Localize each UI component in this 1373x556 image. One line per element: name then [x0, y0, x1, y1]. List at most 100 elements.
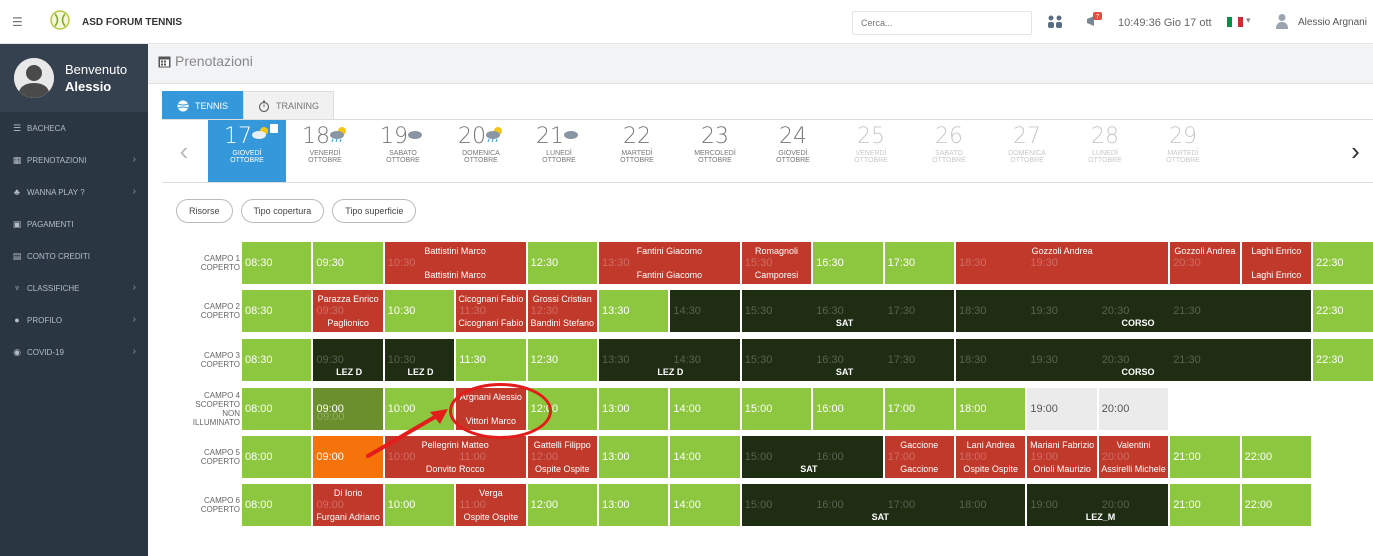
slot-cell[interactable]: 08:30 — [242, 242, 312, 284]
slot-cell[interactable]: 21:00 — [1170, 436, 1240, 478]
filter-risorse-button[interactable]: Risorse — [176, 199, 233, 223]
booking-cell[interactable]: 18:00 Lani Andrea Ospite Ospite — [956, 436, 1026, 478]
slot-cell[interactable]: 12:30 — [527, 339, 597, 381]
slot-cell[interactable]: 12:30 — [527, 242, 597, 284]
slot-cell[interactable]: 14:00 — [670, 388, 740, 430]
slot-cell[interactable]: 22:00 — [1241, 484, 1311, 526]
sidebar-item-bacheca[interactable]: ☰ BACHECA — [0, 112, 148, 144]
unavailable-slot[interactable]: 20:00 — [1098, 388, 1169, 430]
slot-cell[interactable]: 14:00 — [670, 436, 740, 478]
group-icon[interactable] — [1046, 13, 1064, 31]
day-27[interactable]: 27 DOMENICA OTTOBRE — [988, 120, 1066, 182]
slot-cell[interactable]: 13:30 — [599, 290, 669, 332]
slot-cell[interactable]: 10:00 — [384, 484, 455, 526]
booking-cell[interactable]: 10:30 Battistini Marco Battistini Marco — [384, 242, 526, 284]
sidebar-item-conto-crediti[interactable]: ▤ CONTO CREDITI — [0, 240, 148, 272]
booking-cell[interactable]: Laghi Enrico Laghi Enrico — [1241, 242, 1311, 284]
slot-cell[interactable]: 08:00 — [242, 388, 312, 430]
slot-cell[interactable]: 12:00 — [527, 484, 597, 526]
booking-cell[interactable]: 10:00 11:00 Pellegrini Matteo Donvito Rocco — [384, 436, 526, 478]
slot-cell[interactable]: 08:00 — [242, 484, 312, 526]
tab-training[interactable]: TRAINING — [243, 91, 335, 119]
reserved-block[interactable]: 18:30 19:30 20:30 21:30 CORSO — [956, 339, 1311, 381]
day-25[interactable]: 25 VENERDÌ OTTOBRE — [832, 120, 910, 182]
slot-cell[interactable]: 13:00 — [599, 484, 669, 526]
tab-tennis[interactable]: TENNIS — [162, 91, 244, 119]
slot-cell[interactable]: 16:30 — [813, 242, 883, 284]
reserved-block[interactable]: 15:00 16:00 17:00 18:00 SAT — [741, 484, 1026, 526]
username[interactable]: Alessio Argnani — [1298, 17, 1367, 28]
slot-cell[interactable]: 10:30 — [384, 290, 455, 332]
booking-cell[interactable]: 11:30 Cicognani Fabio Cicognani Fabio — [456, 290, 526, 332]
slot-cell[interactable]: 13:00 — [599, 388, 669, 430]
slot-cell[interactable]: 09:00 09:00 — [313, 388, 383, 430]
sidebar-item-wanna-play[interactable]: ♣ WANNA PLAY ? › — [0, 176, 148, 208]
reserved-block[interactable]: 15:30 16:30 17:30 SAT — [741, 290, 954, 332]
booking-cell[interactable]: 18:30 19:30 Gozzoli Andrea — [956, 242, 1169, 284]
booking-cell[interactable]: 20:00 Valentini Assirelli Michele — [1098, 436, 1169, 478]
slot-cell[interactable]: 12:00 — [527, 388, 597, 430]
slot-cell[interactable]: 21:00 — [1170, 484, 1240, 526]
slot-cell[interactable]: 15:00 — [741, 388, 812, 430]
day-26[interactable]: 26 SABATO OTTOBRE — [910, 120, 988, 182]
booking-cell[interactable]: 13:30 Fantini Giacomo Fantini Giacomo — [599, 242, 740, 284]
slot-cell[interactable]: 22:00 — [1241, 436, 1311, 478]
slot-cell[interactable]: 10:00 — [384, 388, 455, 430]
day-21[interactable]: 21 LUNEDÌ OTTOBRE — [520, 120, 598, 182]
slot-cell[interactable]: 22:30 — [1313, 242, 1373, 284]
day-22[interactable]: 22 MARTEDÌ OTTOBRE — [598, 120, 676, 182]
reserved-block[interactable]: 09:30 LEZ D — [313, 339, 383, 381]
day-24[interactable]: 24 GIOVEDÌ OTTOBRE — [754, 120, 832, 182]
sidebar-item-profilo[interactable]: ● PROFILO › — [0, 304, 148, 336]
notification-icon[interactable]: 7 — [1084, 11, 1104, 31]
player-name: Pellegrini Matteo — [421, 440, 489, 450]
reserved-block[interactable]: 15:00 16:00 SAT — [741, 436, 883, 478]
slot-cell[interactable]: 11:30 — [456, 339, 526, 381]
slot-cell[interactable]: 08:30 — [242, 339, 312, 381]
filter-tipo-superficie-button[interactable]: Tipo superficie — [332, 199, 417, 223]
reserved-block[interactable]: 13:30 14:30 LEZ D — [599, 339, 740, 381]
day-23[interactable]: 23 MERCOLEDÌ OTTOBRE — [676, 120, 754, 182]
slot-cell[interactable]: 08:30 — [242, 290, 312, 332]
booking-cell[interactable]: 20:30 Gozzoli Andrea — [1170, 242, 1240, 284]
reserved-block[interactable]: 14:30 — [670, 290, 740, 332]
slot-cell[interactable]: 18:00 — [956, 388, 1026, 430]
reserved-block[interactable]: 18:30 19:30 20:30 21:30 CORSO — [956, 290, 1311, 332]
booking-cell[interactable]: 12:30 Grossi Cristian Bandini Stefano — [527, 290, 597, 332]
sidebar-item-pagamenti[interactable]: ▣ PAGAMENTI — [0, 208, 148, 240]
day-28[interactable]: 28 LUNEDÌ OTTOBRE — [1066, 120, 1144, 182]
sidebar-item-covid-19[interactable]: ◉ COVID-19 › — [0, 336, 148, 368]
filter-tipo-copertura-button[interactable]: Tipo copertura — [240, 199, 325, 223]
booking-cell[interactable]: 09:30 Parazza Enrico Paglionico — [313, 290, 383, 332]
slot-cell[interactable]: 13:00 — [599, 436, 669, 478]
slot-cell[interactable]: 14:00 — [670, 484, 740, 526]
app-name[interactable]: ASD FORUM TENNIS — [82, 17, 182, 28]
booking-cell[interactable]: 15:30 Romagnoli Camporesi — [741, 242, 812, 284]
unavailable-slot[interactable]: 19:00 — [1027, 388, 1097, 430]
slot-cell[interactable]: 09:00 — [313, 436, 383, 478]
search-input[interactable] — [852, 11, 1032, 35]
slot-cell[interactable]: 22:30 — [1313, 339, 1373, 381]
slot-cell[interactable]: 16:00 — [813, 388, 883, 430]
chevron-down-icon[interactable]: ▾ — [1246, 15, 1251, 26]
sidebar-item-prenotazioni[interactable]: ▦ PRENOTAZIONI › — [0, 144, 148, 176]
reserved-block[interactable]: 15:30 16:30 17:30 SAT — [741, 339, 954, 381]
next-days-button[interactable]: › — [1338, 120, 1373, 182]
slot-cell[interactable]: 17:00 — [884, 388, 954, 430]
slot-cell[interactable]: 09:30 — [313, 242, 383, 284]
italian-flag-icon[interactable] — [1227, 17, 1243, 27]
booking-cell[interactable]: 19:00 Mariani Fabrizio Orioli Maurizio — [1027, 436, 1097, 478]
reserved-block[interactable]: 10:30 LEZ D — [384, 339, 455, 381]
day-29[interactable]: 29 MARTEDÌ OTTOBRE — [1144, 120, 1222, 182]
booking-cell[interactable]: 09:00 Di Iorio Furgani Adriano — [313, 484, 383, 526]
sidebar-item-classifiche[interactable]: ♆ CLASSIFICHE › — [0, 272, 148, 304]
reserved-block[interactable]: 19:00 20:00 LEZ_M — [1027, 484, 1169, 526]
slot-cell[interactable]: 08:00 — [242, 436, 312, 478]
menu-toggle-icon[interactable]: ☰ — [12, 15, 23, 29]
slot-cell[interactable]: 22:30 — [1313, 290, 1373, 332]
booking-cell[interactable]: 11:00 Verga Ospite Ospite — [456, 484, 526, 526]
booking-cell[interactable]: 12:00 Gattelli Filippo Ospite Ospite — [527, 436, 597, 478]
booking-cell[interactable]: Argnani Alessio Vittori Marco — [456, 388, 526, 430]
booking-cell[interactable]: 17:00 Gaccione Gaccione — [884, 436, 954, 478]
slot-cell[interactable]: 17:30 — [884, 242, 954, 284]
